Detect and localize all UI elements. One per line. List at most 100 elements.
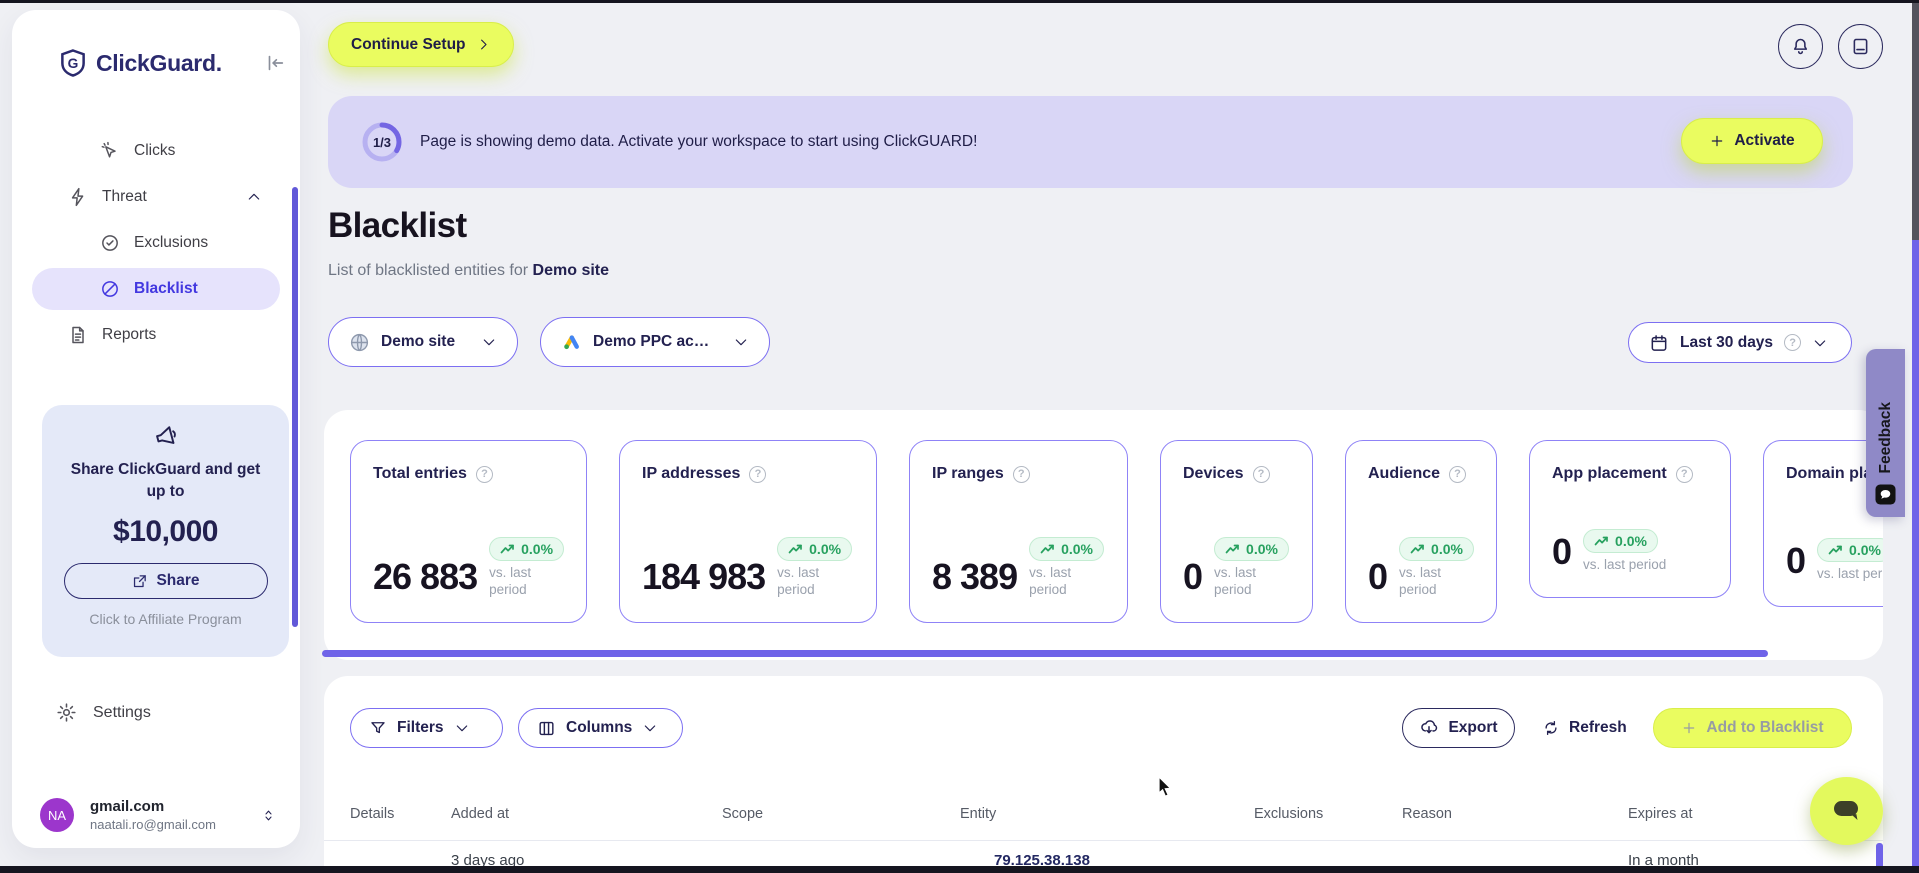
stat-card: IP addresses ? 184 983 0.0% vs. last per… [619,440,877,623]
workspace-name: gmail.com [90,798,165,815]
trend-badge: 0.0% [1583,529,1658,553]
columns-button[interactable]: Columns [518,708,683,748]
column-header-expires-at[interactable]: Expires at [1628,806,1828,822]
export-button[interactable]: Export [1402,708,1515,748]
globe-icon [349,332,370,353]
stat-value: 184 983 [642,556,766,597]
column-header-entity[interactable]: Entity [960,806,1254,822]
trend-up-icon [1594,535,1609,547]
sidebar-item-reports[interactable]: Reports [32,314,280,356]
stat-label: IP addresses [642,465,741,482]
help-icon[interactable]: ? [749,465,767,483]
avatar: NA [40,798,74,832]
setup-step-count: 1/3 [372,134,392,150]
badge-check-icon [100,233,120,253]
stat-compare-label: vs. last period [489,565,532,597]
stat-compare-label: vs. last period [1583,557,1667,572]
table-header-row: Details Added at Scope Entity Exclusions Reas… [350,806,1828,822]
window-edge-top [0,0,1919,3]
column-header-exclusions[interactable]: Exclusions [1254,806,1402,822]
sidebar-scrollbar[interactable] [292,187,298,627]
sidebar-item-threat[interactable]: Threat [32,176,280,218]
column-header-details[interactable]: Details [350,806,451,822]
chevron-down-icon [733,334,749,350]
docs-button[interactable] [1838,24,1883,69]
calendar-icon [1649,333,1669,353]
chevron-down-icon [481,334,497,350]
sidebar-item-exclusions[interactable]: Exclusions [32,222,280,264]
promo-footnote: Click to Affiliate Program [89,611,242,627]
stats-horizontal-scrollbar[interactable] [322,650,1768,657]
stat-label: IP ranges [932,465,1004,482]
chevron-right-icon [476,37,491,52]
affiliate-promo-card[interactable]: Share ClickGuard and get up to $10,000 S… [42,405,289,657]
column-header-reason[interactable]: Reason [1402,806,1628,822]
clickguard-shield-icon: G [58,48,88,78]
gear-icon [56,702,77,723]
stats-card-row: Total entries ? 26 883 0.0% vs. last per… [350,440,1883,623]
sidebar-nav: Clicks Threat Exclusions Blacklist Repor… [12,126,300,360]
megaphone-icon [153,423,179,449]
ppc-account-selector[interactable]: Demo PPC ac… [540,317,770,367]
bell-icon [1790,36,1811,57]
sidebar-item-settings[interactable]: Settings [56,702,151,723]
feedback-tab[interactable]: Feedback [1866,349,1905,517]
chat-launcher-button[interactable] [1810,777,1883,845]
stat-compare-label: vs. last period [777,565,820,597]
chevron-down-icon [454,720,470,736]
help-icon[interactable]: ? [1784,334,1802,351]
page-scrollbar-track[interactable] [1912,3,1919,240]
activate-button[interactable]: Activate [1681,118,1823,164]
window-edge-bottom [0,866,1919,873]
table-divider [324,840,1883,841]
filter-icon [369,719,387,737]
sidebar-item-clicks[interactable]: Clicks [32,130,280,172]
plus-icon [1681,720,1697,736]
stat-compare-label: vs. last period [1214,565,1257,597]
refresh-button[interactable]: Refresh [1542,708,1627,748]
brand-logo: G ClickGuard. [58,48,222,78]
date-range-selector[interactable]: Last 30 days ? [1628,322,1852,363]
help-icon[interactable]: ? [1449,465,1467,483]
stat-label: Total entries [373,465,467,482]
feedback-label: Feedback [1876,402,1894,474]
stat-card: Audience ? 0 0.0% vs. last period [1345,440,1497,623]
column-header-scope[interactable]: Scope [722,806,960,822]
column-header-added-at[interactable]: Added at [451,806,722,822]
trend-up-icon [1828,544,1843,556]
help-icon[interactable]: ? [1675,465,1693,483]
promo-text: Share ClickGuard and get up to [70,461,261,500]
help-icon[interactable]: ? [1012,465,1030,483]
stat-value: 0 [1552,531,1572,572]
help-icon[interactable]: ? [475,465,493,483]
filters-button[interactable]: Filters [350,708,503,748]
columns-icon [537,719,556,738]
stat-value: 8 389 [932,556,1018,597]
trend-badge: 0.0% [777,537,853,561]
sidebar-item-blacklist[interactable]: Blacklist [32,268,280,310]
stats-panel: Total entries ? 26 883 0.0% vs. last per… [324,410,1883,660]
promo-amount: $10,000 [113,515,218,548]
sidebar: G ClickGuard. Clicks Threat Exclusions B… [12,10,300,848]
continue-setup-button[interactable]: Continue Setup [328,22,514,67]
stat-value: 0 [1183,556,1203,597]
site-selector[interactable]: Demo site [328,317,518,367]
add-to-blacklist-button[interactable]: Add to Blacklist [1653,708,1852,748]
notifications-button[interactable] [1778,24,1823,69]
chevron-down-icon [1812,335,1828,351]
sort-chevrons-icon [261,808,276,823]
sidebar-collapse-icon[interactable] [264,52,286,74]
banner-message: Page is showing demo data. Activate your… [420,133,978,150]
svg-text:G: G [68,56,79,71]
trend-up-icon [1040,543,1055,555]
trend-up-icon [1410,543,1425,555]
page-subtitle: List of blacklisted entities for Demo si… [328,262,610,279]
workspace-switcher[interactable]: NA gmail.com naatali.ro@gmail.com [40,798,276,832]
stat-value: 0 [1368,556,1388,597]
share-button[interactable]: Share [63,563,268,599]
stat-label: Audience [1368,465,1441,482]
stat-card: IP ranges ? 8 389 0.0% vs. last period [909,440,1128,623]
page-scrollbar-thumb[interactable] [1912,240,1919,873]
stat-card: Total entries ? 26 883 0.0% vs. last per… [350,440,587,623]
help-icon[interactable]: ? [1252,465,1270,483]
